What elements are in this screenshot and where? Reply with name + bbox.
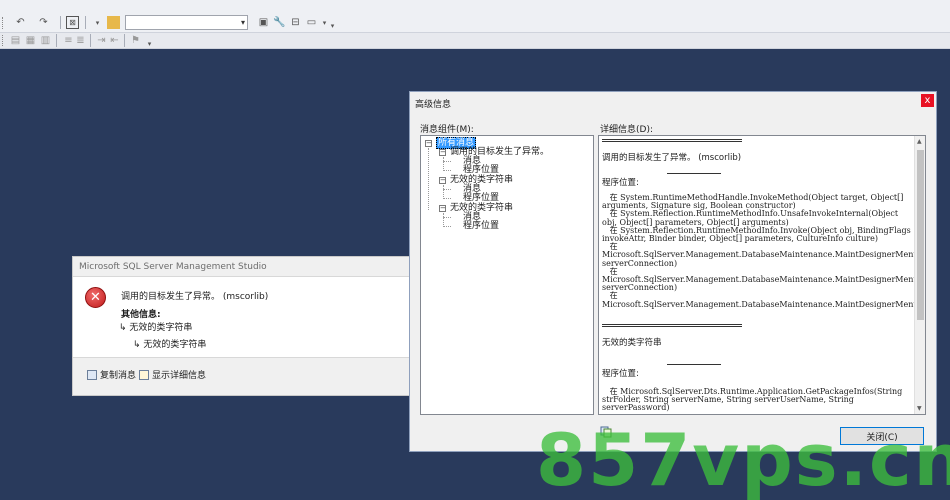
tree-node-group1-location[interactable]: 程序位置	[463, 165, 499, 175]
inner-exception-1: ↳ 无效的类字符串	[119, 320, 192, 333]
rule	[667, 364, 721, 365]
toolbar-overflow-icon[interactable]: ▾	[326, 19, 339, 32]
properties-icon[interactable]: ▣	[257, 16, 270, 29]
detail-textbox[interactable]: 调用的目标发生了异常。 (mscorlib) 程序位置: 在 System.Ru…	[598, 135, 926, 415]
dialog-body: ✕ 调用的目标发生了异常。 (mscorlib) 其他信息: ↳ 无效的类字符串…	[73, 276, 409, 358]
inner-exception-2: ↳ 无效的类字符串	[133, 337, 206, 350]
toolbar-combo[interactable]: ▾	[125, 15, 248, 30]
toolbar-separator	[56, 34, 57, 47]
arrow-icon: ↳	[119, 323, 130, 333]
tree-connector	[443, 226, 451, 227]
uncomment-icon[interactable]: ▦	[24, 34, 37, 47]
copy-message-button[interactable]: 复制消息	[87, 368, 136, 381]
show-details-label: 显示详细信息	[152, 371, 207, 381]
decrease-indent-icon[interactable]: ⇤	[108, 34, 121, 47]
error-icon: ✕	[85, 287, 106, 308]
copy-icon	[87, 369, 97, 380]
window-icon[interactable]: ▭	[305, 16, 318, 29]
error-dialog: Microsoft SQL Server Management Studio ✕…	[72, 256, 410, 396]
detail-stack-1: 在 System.RuntimeMethodHandle.InvokeMetho…	[602, 193, 925, 309]
scrollbar-thumb[interactable]	[917, 150, 924, 320]
toolbar-editor: ▤ ▦ ▥ ≡ ≣ ⇥ ⇤ ⚑ ▾	[0, 33, 950, 49]
detail-label: 详细信息(D):	[600, 125, 653, 135]
arrow-icon: ↳	[133, 340, 144, 350]
scroll-down-icon[interactable]: ▼	[917, 405, 922, 412]
increase-indent-icon[interactable]: ⇥	[95, 34, 108, 47]
inner-exception-1-text: 无效的类字符串	[129, 323, 193, 333]
detail-location-label-2: 程序位置:	[602, 369, 639, 379]
toolbar-grip[interactable]	[2, 35, 5, 46]
tree-connector	[443, 161, 451, 162]
rule	[667, 173, 721, 174]
tree-node-group2-location[interactable]: 程序位置	[463, 193, 499, 203]
collapse-icon[interactable]: −	[439, 205, 446, 212]
tree-node-group3[interactable]: 无效的类字符串	[450, 203, 513, 213]
watermark: 857vps.cn	[536, 418, 950, 500]
dropdown-icon[interactable]: ▾	[91, 16, 104, 29]
dialog-title: 高级信息	[415, 100, 452, 110]
tree-node-group3-location[interactable]: 程序位置	[463, 221, 499, 231]
toolbar-separator	[60, 16, 61, 29]
advanced-info-dialog: 高级信息 x 消息组件(M): 详细信息(D): − 所有消息 − 调用的目标发…	[409, 91, 937, 452]
show-details-button[interactable]: 显示详细信息	[139, 368, 206, 381]
details-icon	[139, 369, 149, 380]
detail-stack-2: 在 Microsoft.SqlServer.Dts.Runtime.Applic…	[602, 387, 905, 413]
message-tree[interactable]: − 所有消息 − 调用的目标发生了异常。 消息 程序位置 − 无效的类字符串 消…	[420, 135, 594, 415]
double-rule	[602, 139, 742, 142]
detail-message-2: 无效的类字符串	[602, 338, 662, 348]
toolbar-separator	[90, 34, 91, 47]
tree-connector	[443, 217, 451, 218]
comment-icon[interactable]: ▤	[9, 34, 22, 47]
undo-icon[interactable]: ↶	[14, 16, 27, 29]
dialog-title: Microsoft SQL Server Management Studio	[79, 262, 267, 272]
toolbar-separator	[124, 34, 125, 47]
error-message: 调用的目标发生了异常。 (mscorlib)	[121, 292, 269, 302]
find-icon[interactable]: ⊠	[66, 16, 79, 29]
tree-connector	[428, 148, 429, 210]
tree-connector	[443, 189, 451, 190]
tree-connector	[443, 185, 444, 199]
close-icon[interactable]: x	[921, 94, 934, 107]
double-rule	[602, 324, 742, 327]
toolbar-grip[interactable]	[2, 17, 5, 29]
align-icon[interactable]: ≣	[74, 34, 87, 47]
folder-icon[interactable]	[107, 16, 120, 29]
toolbar-overflow-icon[interactable]: ▾	[143, 37, 156, 50]
collapse-icon[interactable]: −	[439, 177, 446, 184]
other-info-label: 其他信息:	[121, 310, 161, 320]
collapse-icon[interactable]: −	[439, 149, 446, 156]
toolbar-standard: ↶ ↷ ⊠ ▾ ▾ ▣ 🔧 ⊟ ▭ ▾ ▾	[0, 0, 950, 33]
detail-message-1: 调用的目标发生了异常。 (mscorlib)	[602, 153, 742, 163]
chevron-down-icon[interactable]: ▾	[241, 18, 245, 27]
tree-node-group2[interactable]: 无效的类字符串	[450, 175, 513, 185]
detail-scrollbar[interactable]: ▲ ▼	[914, 136, 925, 414]
toolbar-separator	[85, 16, 86, 29]
tree-connector	[443, 213, 444, 227]
tree-label: 消息组件(M):	[420, 125, 474, 135]
bookmark-icon[interactable]: ⚑	[129, 34, 142, 47]
copy-message-label: 复制消息	[100, 371, 137, 381]
tree-connector	[443, 157, 444, 171]
tree-connector	[443, 170, 451, 171]
scroll-up-icon[interactable]: ▲	[917, 138, 922, 145]
wrench-icon[interactable]: 🔧	[273, 16, 286, 29]
tree-connector	[443, 198, 451, 199]
inner-exception-2-text: 无效的类字符串	[143, 340, 207, 350]
collapse-icon[interactable]: −	[425, 140, 432, 147]
redo-icon[interactable]: ↷	[37, 16, 50, 29]
toolbox-icon[interactable]: ⊟	[289, 16, 302, 29]
indent-icon[interactable]: ▥	[39, 34, 52, 47]
detail-location-label-1: 程序位置:	[602, 178, 639, 188]
